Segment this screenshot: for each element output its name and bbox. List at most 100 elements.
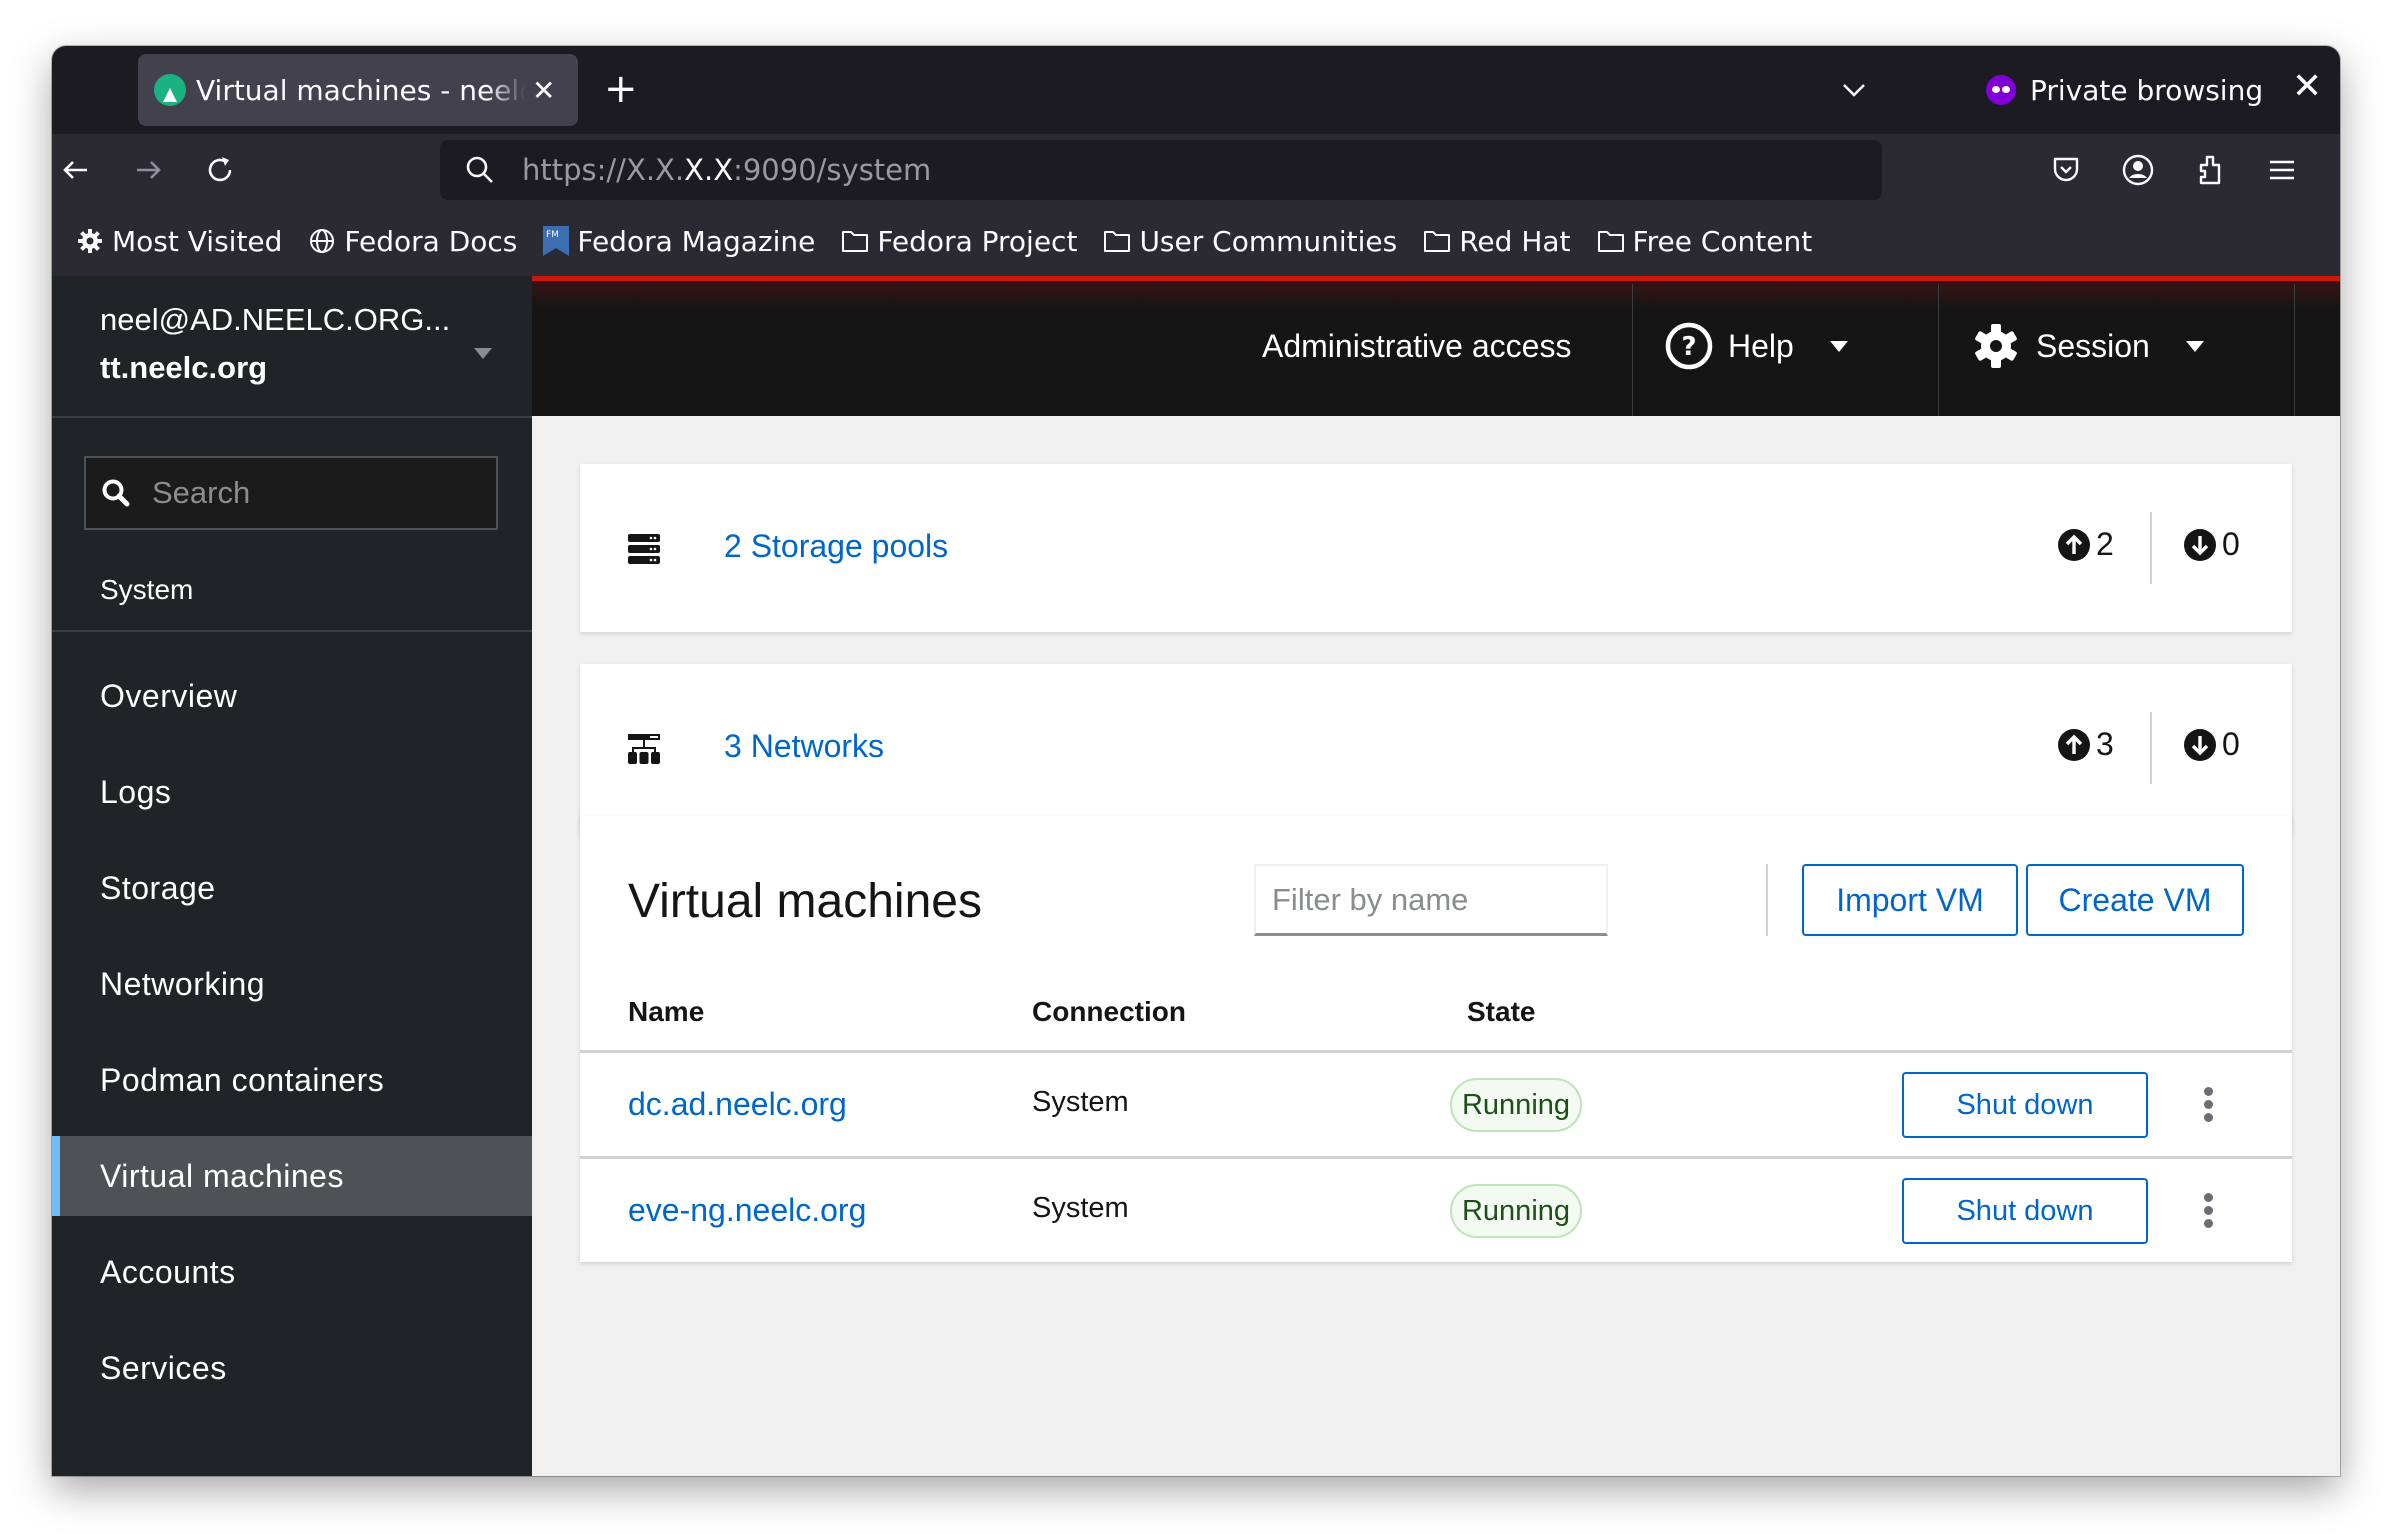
- sidebar-item-label: Networking: [100, 965, 266, 1002]
- bookmark-fedora-magazine[interactable]: FM Fedora Magazine: [543, 225, 815, 258]
- tab-bar: Virtual machines - neel@AD.NEELC.ORG ✕ +…: [52, 46, 2340, 134]
- globe-icon: [308, 227, 336, 255]
- arrow-circle-down-icon: [2184, 528, 2216, 561]
- active-count: 2: [2096, 526, 2114, 562]
- session-menu-button[interactable]: Session: [1972, 276, 2204, 416]
- host-switcher[interactable]: neel@AD.NEELC.ORG... tt.neelc.org: [52, 276, 532, 418]
- hamburger-menu-icon: [2270, 160, 2294, 180]
- sidebar-search[interactable]: [84, 456, 498, 530]
- list-all-tabs-button[interactable]: [1834, 70, 1874, 110]
- networks-inactive-count: 0: [2184, 726, 2240, 763]
- table-header-divider: [580, 1050, 2292, 1053]
- vm-name-link[interactable]: eve-ng.neelc.org: [628, 1192, 866, 1229]
- import-vm-button[interactable]: Import VM: [1802, 864, 2018, 936]
- sidebar-item-overview[interactable]: Overview: [52, 656, 532, 736]
- forward-button[interactable]: [124, 146, 172, 194]
- sidebar-item-services[interactable]: Services: [52, 1328, 532, 1408]
- pocket-button[interactable]: [2042, 146, 2090, 194]
- topbar-divider: [1938, 284, 1939, 416]
- vm-state-badge: Running: [1450, 1078, 1582, 1132]
- arrow-left-icon: [63, 161, 87, 179]
- bookmark-folder-free-content[interactable]: Free Content: [1597, 225, 1812, 258]
- nav-divider: [52, 630, 532, 632]
- shut-down-button[interactable]: Shut down: [1902, 1178, 2148, 1244]
- networks-active-count: 3: [2058, 726, 2114, 763]
- private-mask-icon: [1986, 75, 2016, 105]
- inactive-count: 0: [2222, 726, 2240, 762]
- sidebar-item-virtual-machines[interactable]: Virtual machines: [52, 1136, 532, 1216]
- stat-divider: [2150, 512, 2152, 584]
- inactive-count: 0: [2222, 526, 2240, 562]
- sidebar-item-label: Accounts: [100, 1253, 236, 1290]
- storage-pools-link[interactable]: 2 Storage pools: [724, 528, 948, 565]
- bookmark-most-visited[interactable]: Most Visited: [76, 225, 282, 258]
- virtual-machines-card: Virtual machines Import VM Create VM Nam…: [580, 816, 2292, 1262]
- sidebar-item-storage[interactable]: Storage: [52, 848, 532, 928]
- help-icon: ?: [1665, 322, 1713, 370]
- svg-text:?: ?: [1681, 332, 1696, 362]
- storage-pools-card: 2 Storage pools 2 0: [580, 464, 2292, 632]
- reload-button[interactable]: [196, 146, 244, 194]
- tab-title: Virtual machines - neel@AD.NEELC.ORG: [196, 73, 526, 107]
- bookmark-label: Red Hat: [1459, 224, 1571, 258]
- kebab-menu-icon[interactable]: [2196, 1074, 2220, 1134]
- close-window-button[interactable]: ✕: [2292, 66, 2322, 107]
- sidebar-item-logs[interactable]: Logs: [52, 752, 532, 832]
- bookmark-folder-red-hat[interactable]: Red Hat: [1423, 224, 1571, 258]
- url-prefix: https://X.X.: [522, 153, 685, 187]
- shut-down-button[interactable]: Shut down: [1902, 1072, 2148, 1138]
- vm-state-badge: Running: [1450, 1184, 1582, 1238]
- arrow-right-icon: [137, 161, 161, 179]
- kebab-menu-icon[interactable]: [2196, 1180, 2220, 1240]
- main-content: 2 Storage pools 2 0 3 Networks 3 0 Virtu…: [532, 416, 2340, 1476]
- back-button[interactable]: [52, 146, 100, 194]
- browser-window: Virtual machines - neel@AD.NEELC.ORG ✕ +…: [52, 46, 2340, 1476]
- column-header-name[interactable]: Name: [628, 996, 704, 1028]
- filter-by-name-input[interactable]: [1254, 864, 1608, 936]
- menu-button[interactable]: [2258, 146, 2306, 194]
- account-button[interactable]: [2114, 146, 2162, 194]
- url-bar[interactable]: https://X.X. X.X:9090/system: [440, 140, 1882, 200]
- networks-link[interactable]: 3 Networks: [724, 728, 884, 765]
- extensions-button[interactable]: [2186, 146, 2234, 194]
- top-bar: Administrative access ? Help Session: [532, 276, 2340, 416]
- bookmarks-toolbar: Most Visited Fedora Docs FM Fedora Magaz…: [52, 206, 2340, 276]
- cockpit-app: neel@AD.NEELC.ORG... tt.neelc.org System…: [52, 276, 2340, 1476]
- folder-icon: [1423, 229, 1451, 253]
- bookmark-folder-fedora-project[interactable]: Fedora Project: [841, 225, 1077, 258]
- vm-name-link[interactable]: dc.ad.neelc.org: [628, 1086, 847, 1123]
- account-icon: [2122, 154, 2154, 186]
- cockpit-logo-icon: [154, 74, 186, 106]
- host-name: tt.neelc.org: [100, 350, 268, 385]
- caret-down-icon: [1829, 340, 1848, 352]
- sidebar-item-podman-containers[interactable]: Podman containers: [52, 1040, 532, 1120]
- bookmark-folder-user-communities[interactable]: User Communities: [1103, 225, 1397, 258]
- create-vm-button[interactable]: Create VM: [2026, 864, 2244, 936]
- nav-section-system: System: [100, 574, 194, 605]
- column-header-state[interactable]: State: [1467, 996, 1535, 1028]
- administrative-access-button[interactable]: Administrative access: [1262, 276, 1571, 416]
- storage-inactive-count: 0: [2184, 526, 2240, 563]
- help-menu-button[interactable]: ? Help: [1664, 276, 1848, 416]
- tab-virtual-machines[interactable]: Virtual machines - neel@AD.NEELC.ORG ✕: [138, 54, 578, 126]
- navigation-toolbar: https://X.X. X.X:9090/system: [52, 134, 2340, 206]
- help-label: Help: [1728, 327, 1794, 364]
- new-tab-button[interactable]: +: [604, 64, 638, 114]
- pocket-icon: [2053, 157, 2079, 182]
- bookmark-fedora-docs[interactable]: Fedora Docs: [308, 225, 517, 258]
- arrow-circle-up-icon: [2058, 528, 2090, 561]
- bookmark-label: Most Visited: [112, 224, 283, 258]
- sidebar-item-label: Virtual machines: [100, 1157, 344, 1194]
- stat-divider: [2150, 712, 2152, 784]
- caret-down-icon: [474, 348, 492, 359]
- arrow-circle-down-icon: [2184, 728, 2216, 761]
- close-tab-icon[interactable]: ✕: [532, 74, 555, 107]
- sidebar: neel@AD.NEELC.ORG... tt.neelc.org System…: [52, 276, 532, 1476]
- column-header-connection[interactable]: Connection: [1032, 996, 1186, 1028]
- vm-list-title: Virtual machines: [628, 875, 982, 928]
- sidebar-item-networking[interactable]: Networking: [52, 944, 532, 1024]
- fedora-magazine-icon: FM: [543, 226, 570, 256]
- caret-down-icon: [2185, 340, 2204, 352]
- sidebar-search-input[interactable]: [150, 474, 474, 512]
- sidebar-item-accounts[interactable]: Accounts: [52, 1232, 532, 1312]
